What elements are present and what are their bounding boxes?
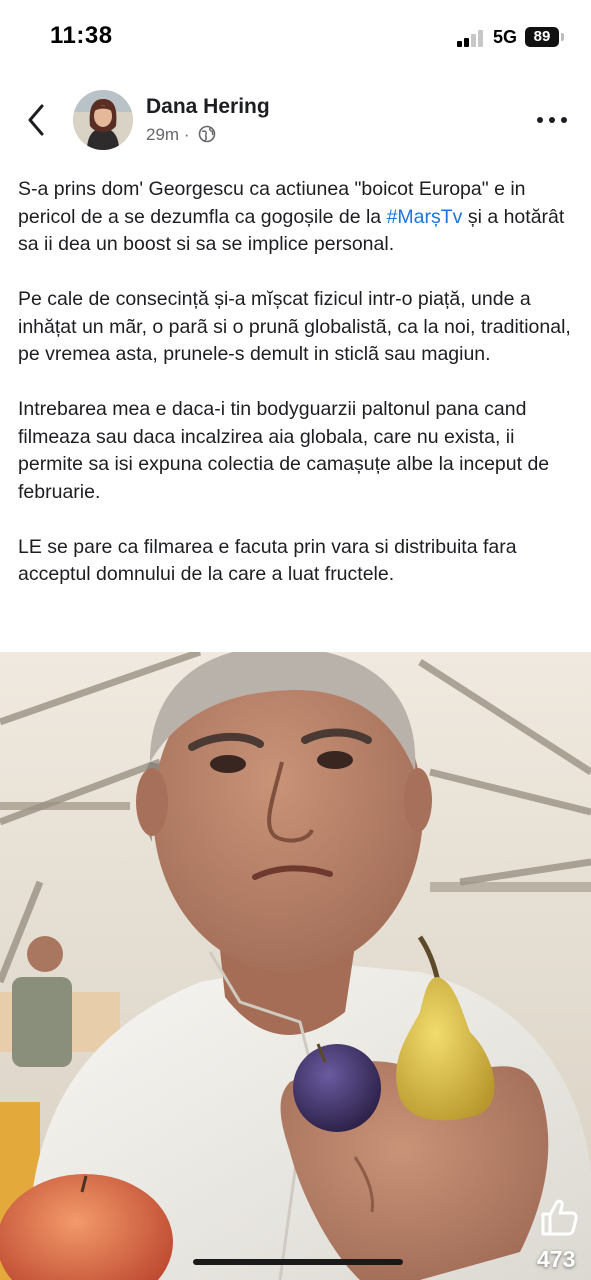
hashtag-link[interactable]: #MarșTv xyxy=(387,206,463,228)
signal-icon xyxy=(457,30,485,47)
post-paragraph-1: S-a prins dom' Georgescu ca actiunea "bo… xyxy=(18,178,565,255)
home-indicator[interactable] xyxy=(193,1259,403,1265)
battery-tip xyxy=(561,33,564,41)
like-count: 473 xyxy=(537,1246,576,1272)
battery-icon: 89 xyxy=(525,27,559,47)
back-button[interactable] xyxy=(20,98,54,142)
globe-icon xyxy=(198,125,216,143)
like-button[interactable] xyxy=(538,1196,580,1238)
author-name[interactable]: Dana Hering xyxy=(146,95,270,119)
more-options-button[interactable] xyxy=(537,108,571,132)
network-label: 5G xyxy=(493,27,518,47)
chevron-left-icon xyxy=(28,104,44,136)
video-frame xyxy=(0,652,591,1280)
meta-separator: · xyxy=(183,125,190,144)
status-bar: 11:38 5G 89 xyxy=(0,0,591,72)
post-video[interactable] xyxy=(0,652,591,1280)
post-header: Dana Hering 29m · xyxy=(0,86,591,156)
post-paragraph-3: Intrebarea mea e daca-i tin bodyguarzii … xyxy=(18,398,550,503)
post-paragraph-2: Pe cale de consecință și-a mĭșcat fizicu… xyxy=(18,288,571,365)
post-meta: 29m · xyxy=(146,125,216,145)
post-time[interactable]: 29m xyxy=(146,125,179,144)
avatar[interactable] xyxy=(73,90,133,150)
thumbs-up-icon xyxy=(541,1199,578,1236)
post-paragraph-4: LE se pare ca filmarea e facuta prin var… xyxy=(18,535,517,586)
post-text: S-a prins dom' Georgescu ca actiunea "bo… xyxy=(18,176,578,616)
status-time: 11:38 xyxy=(50,22,113,49)
